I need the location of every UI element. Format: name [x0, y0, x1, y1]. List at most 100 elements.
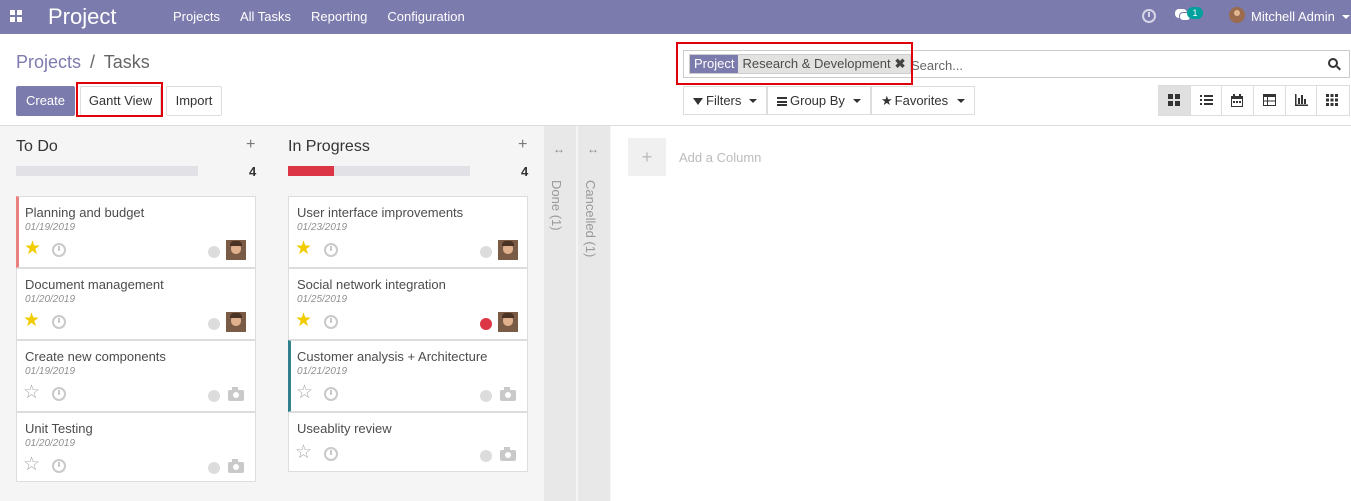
activity-clock-icon[interactable]: [324, 315, 338, 329]
quick-create-todo-icon[interactable]: +: [246, 136, 255, 154]
task-card[interactable]: Social network integration 01/25/2019 ★: [288, 268, 528, 340]
folded-column-cancelled[interactable]: ↔ Cancelled (1): [578, 126, 610, 501]
grid-view-button[interactable]: [1317, 86, 1350, 115]
kanban-state-dot[interactable]: [208, 462, 220, 474]
folded-column-done[interactable]: ↔ Done (1): [544, 126, 576, 501]
progress-bar-in-progress[interactable]: [288, 166, 470, 176]
view-switcher: [1158, 85, 1350, 116]
column-title-in-progress[interactable]: In Progress: [288, 138, 370, 156]
filters-button[interactable]: Filters: [683, 86, 767, 115]
task-title: Planning and budget: [25, 205, 145, 220]
main-menu: Projects All Tasks Reporting Configurati…: [163, 0, 475, 34]
task-title: Customer analysis + Architecture: [297, 349, 488, 364]
top-navbar: Project Projects All Tasks Reporting Con…: [0, 0, 1351, 34]
apps-menu-icon[interactable]: [10, 10, 22, 22]
priority-star-icon[interactable]: ★: [295, 239, 312, 258]
kanban-view-button[interactable]: [1159, 86, 1191, 115]
folded-column-label: Cancelled (1): [583, 180, 598, 258]
list-view-button[interactable]: [1190, 86, 1223, 115]
activity-clock-icon[interactable]: [324, 447, 338, 461]
task-card[interactable]: User interface improvements 01/23/2019 ★: [288, 196, 528, 268]
progress-bar-todo[interactable]: [16, 166, 198, 176]
priority-star-icon[interactable]: ☆: [23, 455, 40, 474]
kanban-board: To Do + 4 Planning and budget 01/19/2019…: [0, 126, 1351, 501]
import-button[interactable]: Import: [166, 86, 222, 116]
calendar-view-icon: [1231, 94, 1244, 107]
group-by-caret-icon: [853, 99, 861, 103]
graph-view-button[interactable]: [1285, 86, 1318, 115]
grid-view-icon: [1326, 94, 1339, 106]
favorites-button[interactable]: ★ Favorites: [871, 86, 975, 115]
user-caret-icon[interactable]: [1342, 15, 1350, 19]
task-card[interactable]: Useablity review ☆: [288, 412, 528, 472]
priority-star-icon[interactable]: ☆: [295, 443, 312, 462]
group-by-button[interactable]: Group By: [767, 86, 871, 115]
list-view-icon: [1199, 95, 1213, 105]
priority-star-icon[interactable]: ★: [24, 239, 41, 258]
task-deadline: 01/23/2019: [297, 222, 348, 233]
gantt-highlight-box: [76, 82, 163, 117]
assignee-avatar: [498, 312, 518, 332]
menu-item-all-tasks[interactable]: All Tasks: [230, 0, 301, 34]
kanban-state-dot[interactable]: [208, 390, 220, 402]
task-card[interactable]: Customer analysis + Architecture 01/21/2…: [288, 340, 528, 412]
add-column-plus-icon[interactable]: +: [628, 138, 666, 176]
task-card[interactable]: Planning and budget 01/19/2019 ★: [16, 196, 256, 268]
filter-icon: [693, 98, 703, 105]
task-deadline: 01/19/2019: [25, 222, 76, 233]
chat-count-badge: 1: [1187, 7, 1203, 19]
column-title-todo[interactable]: To Do: [16, 138, 58, 156]
kanban-state-dot[interactable]: [208, 246, 220, 258]
add-column-label[interactable]: Add a Column: [679, 150, 761, 165]
create-button[interactable]: Create: [16, 86, 75, 116]
breadcrumb-projects[interactable]: Projects: [16, 52, 81, 72]
search-input[interactable]: [911, 56, 1311, 74]
priority-star-icon[interactable]: ☆: [296, 383, 313, 402]
calendar-view-button[interactable]: [1222, 86, 1255, 115]
search-icon[interactable]: [1328, 58, 1341, 71]
no-assignee-camera-icon: [500, 447, 516, 461]
quick-create-in-progress-icon[interactable]: +: [518, 136, 527, 154]
add-column-area: + Add a Column: [611, 126, 1351, 501]
pivot-view-button[interactable]: [1254, 86, 1286, 115]
kanban-state-dot[interactable]: [480, 246, 492, 258]
priority-star-icon[interactable]: ★: [295, 311, 312, 330]
task-card[interactable]: Document management 01/20/2019 ★: [16, 268, 256, 340]
no-assignee-camera-icon: [228, 387, 244, 401]
assignee-avatar: [498, 240, 518, 260]
menu-item-projects[interactable]: Projects: [163, 0, 230, 34]
user-menu[interactable]: Mitchell Admin: [1251, 9, 1335, 24]
task-title: Social network integration: [297, 277, 446, 292]
kanban-state-dot[interactable]: [480, 390, 492, 402]
activity-clock-icon[interactable]: [52, 387, 66, 401]
graph-view-icon: [1294, 94, 1308, 106]
activity-clock-icon[interactable]: [324, 243, 338, 257]
favorites-label: Favorites: [894, 93, 949, 108]
task-title: Unit Testing: [25, 421, 93, 436]
task-card[interactable]: Unit Testing 01/20/2019 ☆: [16, 412, 256, 482]
user-avatar[interactable]: [1229, 7, 1245, 23]
menu-item-configuration[interactable]: Configuration: [377, 0, 474, 34]
filters-label: Filters: [706, 93, 742, 108]
kanban-state-dot-blocked[interactable]: [480, 318, 492, 330]
activity-clock-icon[interactable]: [324, 387, 338, 401]
activity-clock-icon[interactable]: [1142, 9, 1156, 23]
activity-clock-icon[interactable]: [52, 459, 66, 473]
breadcrumb-current: Tasks: [103, 52, 150, 72]
filters-caret-icon: [749, 99, 757, 103]
task-title: Document management: [25, 277, 164, 292]
app-title: Project: [48, 4, 117, 29]
activity-clock-icon[interactable]: [52, 243, 66, 257]
priority-star-icon[interactable]: ★: [23, 311, 40, 330]
unfold-arrows-icon[interactable]: ↔: [553, 142, 565, 156]
task-title: Create new components: [25, 349, 166, 364]
search-highlight-box: [676, 42, 913, 85]
task-card[interactable]: Create new components 01/19/2019 ☆: [16, 340, 256, 412]
priority-star-icon[interactable]: ☆: [23, 383, 40, 402]
kanban-state-dot[interactable]: [480, 450, 492, 462]
activity-clock-icon[interactable]: [52, 315, 66, 329]
kanban-state-dot[interactable]: [208, 318, 220, 330]
task-deadline: 01/25/2019: [297, 294, 348, 305]
unfold-arrows-icon[interactable]: ↔: [587, 142, 599, 156]
menu-item-reporting[interactable]: Reporting: [301, 0, 377, 34]
